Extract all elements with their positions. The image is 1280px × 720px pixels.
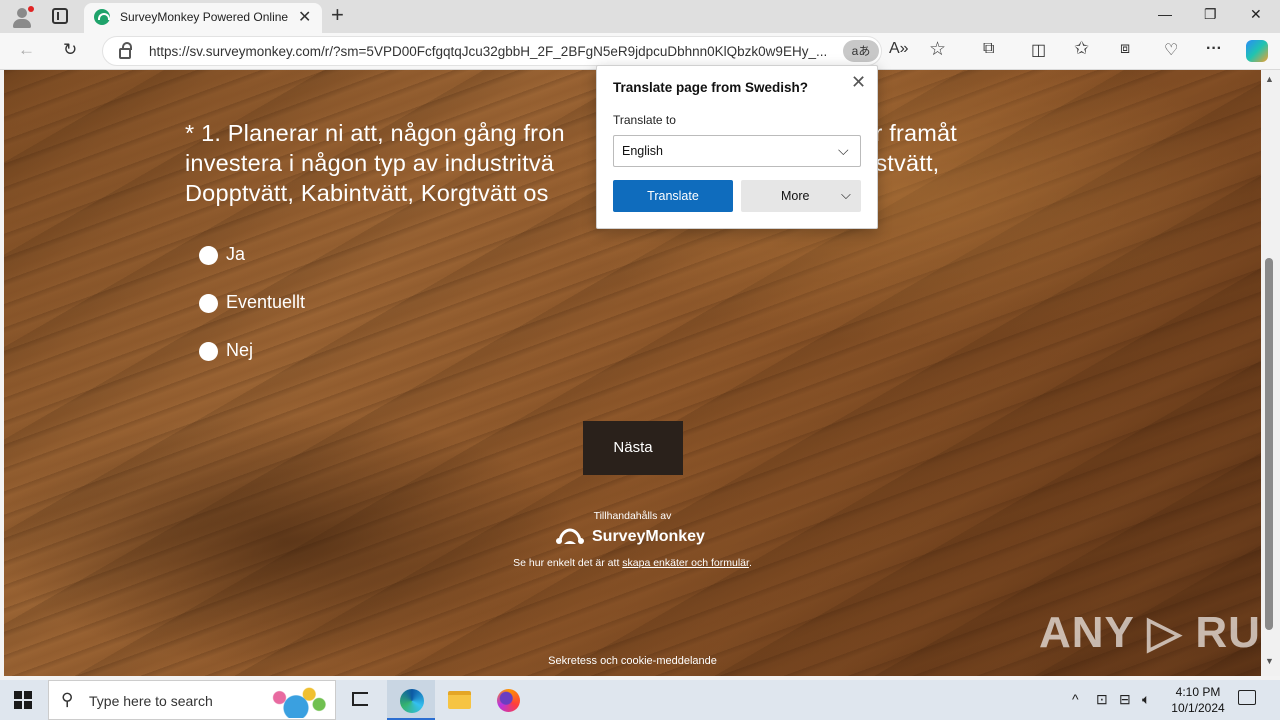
more-button-label[interactable]: More	[781, 189, 809, 203]
chevron-down-icon[interactable]: ⌵	[841, 187, 851, 203]
translate-button[interactable]: Translate	[613, 180, 733, 212]
show-hidden-icons-icon[interactable]: ^	[1072, 691, 1079, 707]
favorites-icon[interactable]: ✩	[1074, 38, 1089, 59]
restore-button[interactable]: ❐	[1204, 6, 1217, 23]
create-surveys-text: Se hur enkelt det är att skapa enkäter o…	[513, 557, 752, 569]
radio-button[interactable]	[199, 246, 218, 265]
brand-name: SurveyMonkey	[592, 528, 705, 545]
browser-tab-bar: SurveyMonkey Powered Online Survey ✕ + —…	[0, 0, 1280, 33]
back-icon[interactable]: ←	[18, 40, 35, 60]
radio-button[interactable]	[199, 342, 218, 361]
translate-to-label: Translate to	[613, 113, 676, 127]
powered-by-text: Tillhandahålls av	[593, 510, 672, 522]
scroll-up-icon[interactable]: ▲	[1265, 74, 1274, 84]
windows-start-icon[interactable]	[14, 691, 32, 709]
translate-popup: Translate page from Swedish? ✕ Translate…	[596, 65, 878, 229]
option-label[interactable]: Nej	[226, 340, 253, 361]
search-highlight-icon[interactable]	[263, 684, 329, 718]
option-label[interactable]: Ja	[226, 244, 245, 265]
chevron-down-icon[interactable]: ⌵	[838, 142, 849, 159]
surveymonkey-favicon-icon	[94, 9, 110, 25]
browser-tab-surveymonkey[interactable]: SurveyMonkey Powered Online Survey ✕	[84, 3, 322, 33]
create-surveys-link[interactable]: skapa enkäter och formulär	[622, 557, 749, 569]
refresh-icon[interactable]: ↻	[63, 40, 77, 60]
more-menu-icon[interactable]: ···	[1206, 40, 1222, 58]
profile-avatar-icon[interactable]	[10, 5, 34, 29]
collections-icon[interactable]: ⧈	[1120, 40, 1130, 58]
edge-taskbar-icon[interactable]	[387, 680, 435, 720]
split-screen-icon[interactable]: ◫	[1031, 40, 1046, 60]
file-explorer-icon[interactable]	[435, 680, 483, 720]
tab-title: SurveyMonkey Powered Online Survey	[120, 10, 290, 24]
read-aloud-icon[interactable]: A»	[889, 40, 909, 58]
more-options-button[interactable]: More ⌵	[741, 180, 861, 212]
network-icon[interactable]: ⊟	[1119, 691, 1131, 708]
scroll-down-icon[interactable]: ▼	[1265, 656, 1274, 666]
surveymonkey-logo[interactable]: SurveyMonkey	[556, 526, 716, 550]
surveymonkey-logo-icon	[556, 528, 584, 544]
taskbar-clock[interactable]: 4:10 PM 10/1/2024	[1166, 684, 1230, 716]
copilot-icon[interactable]	[1246, 40, 1268, 62]
clock-time[interactable]: 4:10 PM	[1166, 684, 1230, 700]
meet-now-icon[interactable]: ⊡	[1096, 691, 1108, 708]
search-icon: ⚲	[61, 690, 74, 709]
url-text[interactable]: https://sv.surveymonkey.com/r/?sm=5VPD00…	[149, 44, 839, 59]
minimize-button[interactable]: —	[1158, 6, 1172, 22]
translate-page-icon[interactable]: aあ	[843, 40, 879, 62]
notifications-icon[interactable]	[1238, 690, 1256, 705]
radio-button[interactable]	[199, 294, 218, 313]
task-view-icon[interactable]	[336, 680, 384, 720]
tab-close-icon[interactable]: ✕	[298, 7, 311, 27]
close-window-button[interactable]: ✕	[1250, 6, 1262, 23]
tab-actions-icon[interactable]	[52, 8, 68, 24]
translate-popup-title: Translate page from Swedish?	[613, 80, 809, 95]
address-bar[interactable]: https://sv.surveymonkey.com/r/?sm=5VPD00…	[102, 36, 882, 66]
firefox-icon[interactable]	[484, 680, 532, 720]
language-select[interactable]: English ⌵	[613, 135, 861, 167]
scrollbar-thumb[interactable]	[1265, 258, 1273, 630]
volume-icon[interactable]: 🔈︎	[1142, 691, 1150, 708]
next-button[interactable]: Nästa	[583, 421, 683, 475]
close-icon[interactable]: ✕	[851, 72, 866, 93]
new-tab-button[interactable]: +	[331, 2, 344, 28]
search-placeholder[interactable]: Type here to search	[89, 693, 213, 709]
taskbar-search-box[interactable]: ⚲ Type here to search	[48, 680, 336, 720]
selected-language[interactable]: English	[622, 144, 663, 158]
browser-essentials-icon[interactable]: ♡	[1164, 40, 1178, 60]
page-scrollbar[interactable]: ▲ ▼	[1261, 70, 1280, 676]
option-label[interactable]: Eventuellt	[226, 292, 305, 313]
lock-icon[interactable]	[119, 42, 132, 59]
favorite-star-icon[interactable]: ☆	[929, 38, 946, 61]
anyrun-watermark: ANY ▷ RUN	[1039, 608, 1261, 657]
windows-taskbar: ⚲ Type here to search ^ ⊡ ⊟ 🔈︎ 4:10 PM 1…	[0, 680, 1280, 720]
clock-date[interactable]: 10/1/2024	[1166, 700, 1230, 716]
extensions-icon[interactable]: ⧉	[983, 40, 994, 58]
